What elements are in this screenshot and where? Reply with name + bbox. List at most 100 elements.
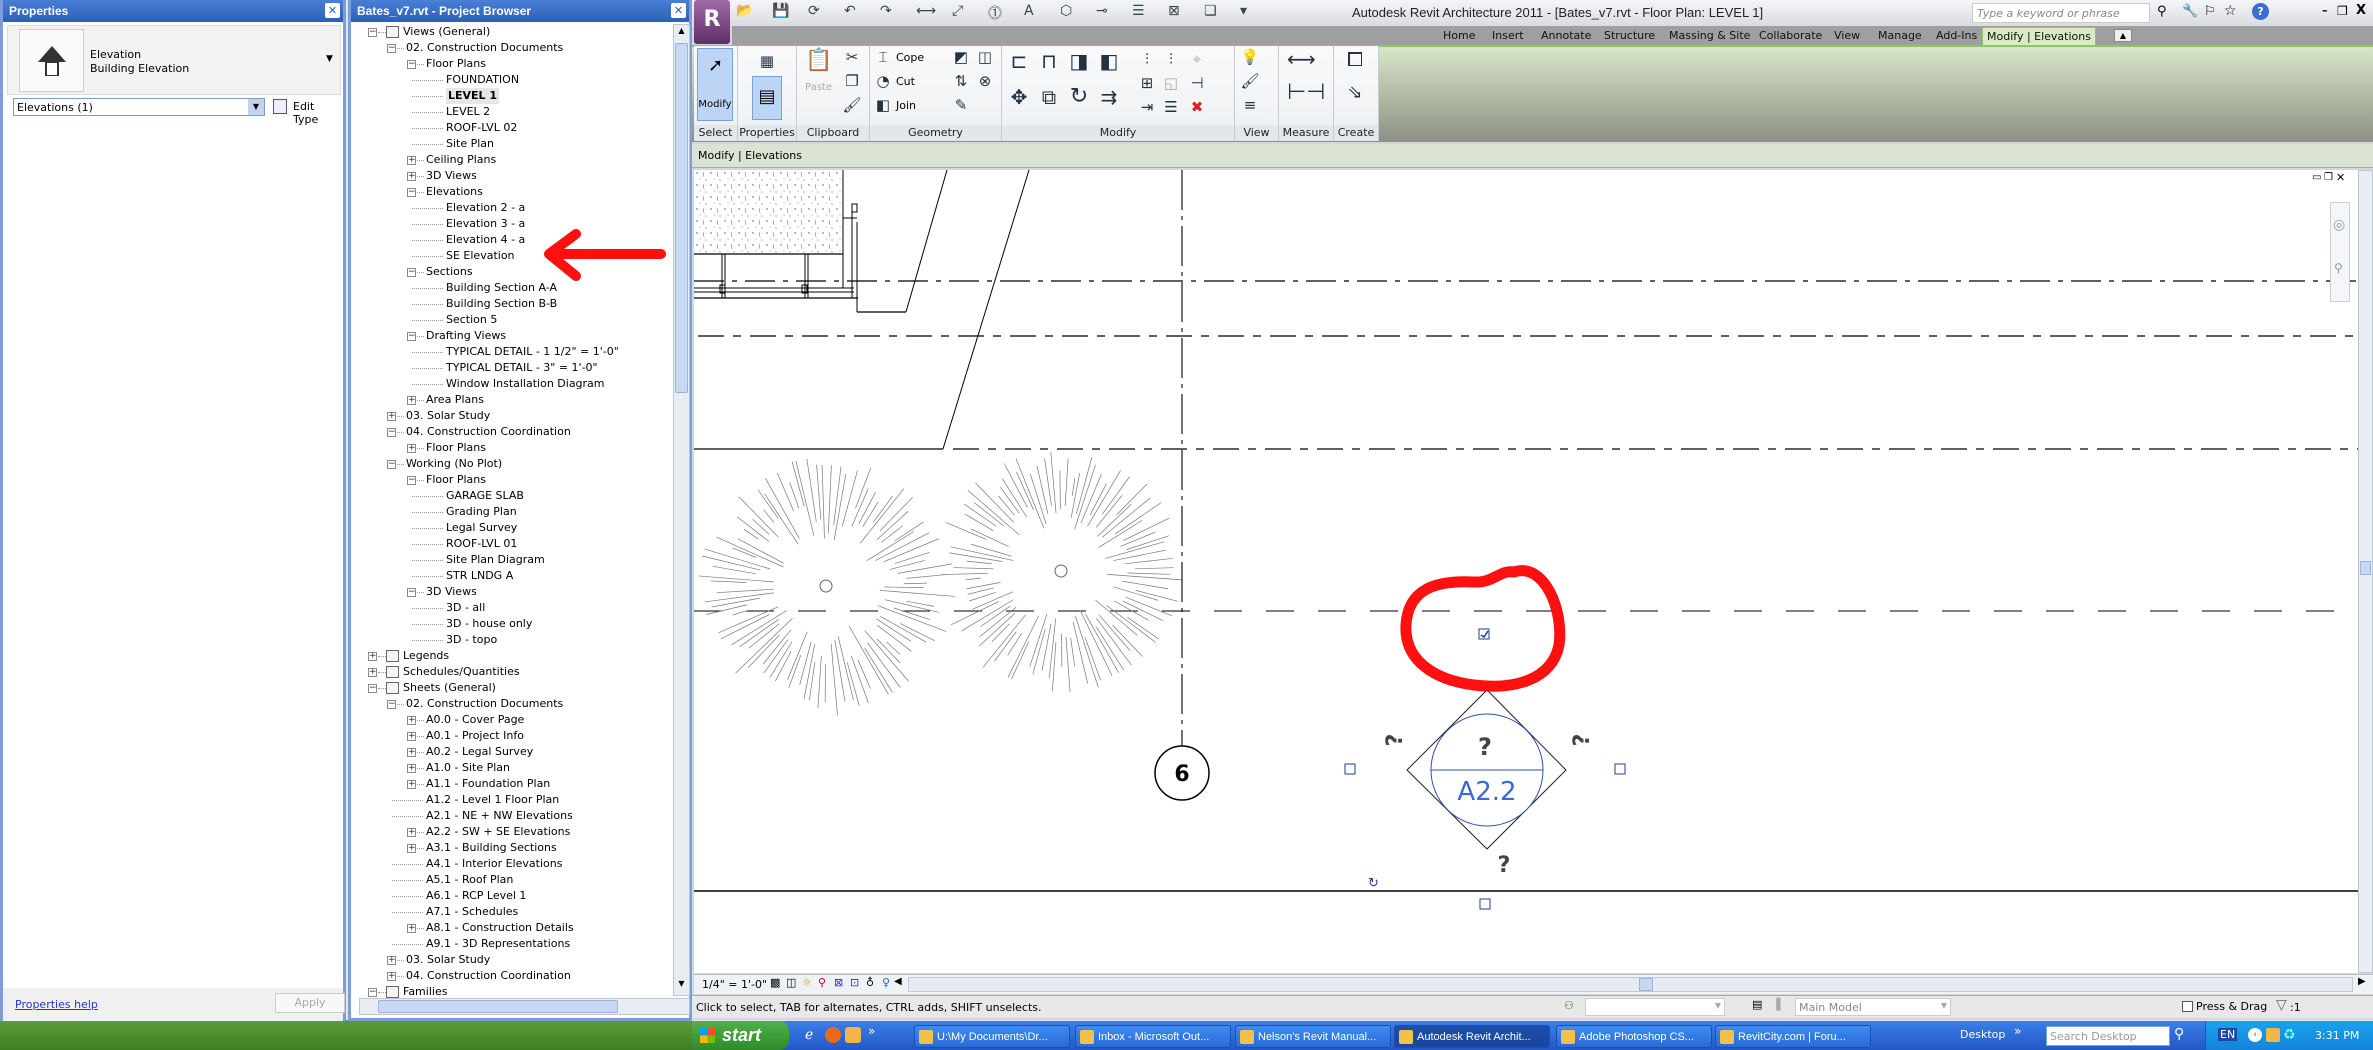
collapse-icon[interactable]: − bbox=[387, 44, 396, 53]
tray-expand-icon[interactable]: ‹ bbox=[2248, 1028, 2262, 1042]
collapse-icon[interactable]: − bbox=[407, 588, 416, 597]
tree-item[interactable]: − 02. Construction Documents bbox=[351, 40, 671, 56]
search-icon[interactable]: ⚲ bbox=[2174, 1026, 2184, 1042]
wall-direction-icon[interactable]: ⇅ bbox=[950, 70, 972, 92]
quick-launch-outlook-icon[interactable] bbox=[845, 1027, 861, 1043]
tree-item[interactable]: 3D - house only bbox=[351, 616, 671, 632]
tree-item[interactable]: − Drafting Views bbox=[351, 328, 671, 344]
start-button[interactable]: start bbox=[692, 1021, 789, 1050]
expand-icon[interactable]: + bbox=[387, 412, 396, 421]
crop-view-icon[interactable]: ⊠ bbox=[834, 976, 843, 989]
taskbar-item[interactable]: U:\My Documents\Dr... bbox=[914, 1025, 1070, 1048]
tree-item[interactable]: + A1.0 - Site Plan bbox=[351, 760, 671, 776]
array-icon[interactable]: ⊞ bbox=[1136, 72, 1158, 94]
create-similar-icon[interactable]: ⧠ bbox=[1344, 48, 1366, 70]
taskbar-item[interactable]: Inbox - Microsoft Out... bbox=[1075, 1025, 1231, 1048]
tab-collaborate[interactable]: Collaborate bbox=[1755, 27, 1826, 45]
chevron-down-icon[interactable]: ▼ bbox=[1715, 1001, 1721, 1010]
tree-item[interactable]: +03. Solar Study bbox=[351, 952, 671, 968]
expand-icon[interactable]: + bbox=[407, 396, 416, 405]
match-properties-icon[interactable]: 🖌 bbox=[841, 94, 863, 116]
align-icon[interactable]: ⊏ bbox=[1008, 50, 1030, 72]
collapse-icon[interactable]: − bbox=[387, 700, 396, 709]
chevron-down-icon[interactable]: ▼ bbox=[248, 99, 264, 115]
expand-icon[interactable]: + bbox=[387, 956, 396, 965]
tree-item[interactable]: + A8.1 - Construction Details bbox=[351, 920, 671, 936]
taskbar-item[interactable]: Adobe Photoshop CS... bbox=[1556, 1025, 1712, 1048]
zoom-icon[interactable]: ⚲ bbox=[2334, 261, 2343, 275]
tree-item[interactable]: STR LNDG A bbox=[351, 568, 671, 584]
tree-item[interactable]: + Area Plans bbox=[351, 392, 671, 408]
tree-item[interactable]: + A1.1 - Foundation Plan bbox=[351, 776, 671, 792]
tree-item[interactable]: − Sheets (General) bbox=[351, 680, 671, 696]
clock[interactable]: 3:31 PM bbox=[2315, 1029, 2359, 1042]
tree-item[interactable]: − Working (No Plot) bbox=[351, 456, 671, 472]
tree-item[interactable]: Section 5 bbox=[351, 312, 671, 328]
tab-manage[interactable]: Manage bbox=[1874, 27, 1926, 45]
tree-item[interactable]: − Floor Plans bbox=[351, 472, 671, 488]
customize-qat-icon[interactable]: ▾ bbox=[1240, 3, 1247, 19]
temporary-hide-icon[interactable]: ♁ bbox=[866, 976, 874, 989]
tree-item[interactable]: A6.1 - RCP Level 1 bbox=[351, 888, 671, 904]
tree-item[interactable]: 3D - all bbox=[351, 600, 671, 616]
tree-item[interactable]: − Views (General) bbox=[351, 24, 671, 40]
tree-item[interactable]: − 3D Views bbox=[351, 584, 671, 600]
quick-launch-ie-icon[interactable]: ℯ bbox=[805, 1027, 813, 1043]
reveal-hidden-icon[interactable]: ♀ bbox=[882, 976, 890, 989]
mirror-pick-axis-icon[interactable]: ◨ bbox=[1068, 50, 1090, 72]
steering-wheel-icon[interactable]: ◎ bbox=[2333, 217, 2345, 233]
expand-icon[interactable]: + bbox=[407, 172, 416, 181]
tree-item[interactable]: Window Installation Diagram bbox=[351, 376, 671, 392]
horizontal-scrollbar[interactable] bbox=[359, 998, 690, 1015]
scrollbar-thumb[interactable] bbox=[1639, 978, 1653, 991]
linework-icon[interactable]: ≡ bbox=[1239, 94, 1261, 116]
tab-massing-site[interactable]: Massing & Site bbox=[1665, 27, 1754, 45]
modify-button[interactable]: ➚ Modify bbox=[697, 48, 733, 121]
cut-geometry-icon[interactable]: ◔ bbox=[872, 70, 894, 92]
tree-item[interactable]: − 04. Construction Coordination bbox=[351, 424, 671, 440]
edit-type-button[interactable]: Edit Type bbox=[271, 96, 343, 126]
expand-icon[interactable]: + bbox=[387, 972, 396, 981]
language-indicator[interactable]: EN bbox=[2218, 1028, 2238, 1041]
tab-home[interactable]: Home bbox=[1439, 27, 1479, 45]
tab-annotate[interactable]: Annotate bbox=[1537, 27, 1595, 45]
mirror-draw-axis-icon[interactable]: ◧ bbox=[1098, 50, 1120, 72]
expand-icon[interactable]: + bbox=[407, 780, 416, 789]
subscription-key-icon[interactable]: 🔧 bbox=[2182, 4, 2198, 19]
taskbar-item[interactable]: RevitCity.com | Foru... bbox=[1715, 1025, 1871, 1048]
tree-item[interactable]: FOUNDATION bbox=[351, 72, 671, 88]
copy-icon[interactable]: ❐ bbox=[841, 70, 863, 92]
instance-filter-dropdown[interactable]: Elevations (1) ▼ bbox=[13, 98, 265, 116]
scrollbar-thumb[interactable] bbox=[378, 1000, 618, 1013]
split-with-gap-icon[interactable]: ⫶ bbox=[1160, 48, 1182, 70]
tree-item[interactable]: Building Section B-B bbox=[351, 296, 671, 312]
floor-plan-canvas[interactable]: 6 ? A2.2 ? ? ? ↻ bbox=[694, 170, 2359, 973]
desktop-search-input[interactable]: Search Desktop bbox=[2046, 1026, 2170, 1046]
trim-multiple-icon[interactable]: ☰ bbox=[1160, 96, 1182, 118]
expand-icon[interactable]: + bbox=[407, 748, 416, 757]
scroll-down-icon[interactable]: ▼ bbox=[675, 979, 688, 994]
undo-icon[interactable]: ↶ bbox=[844, 3, 856, 19]
workset-dropdown[interactable]: ▼ bbox=[1585, 998, 1725, 1016]
open-icon[interactable]: 📂 bbox=[736, 3, 753, 19]
detail-level-icon[interactable]: ▩ bbox=[770, 976, 780, 989]
collapse-icon[interactable]: − bbox=[368, 684, 377, 693]
chevron-down-icon[interactable]: ▼ bbox=[1941, 1001, 1947, 1010]
tree-item[interactable]: TYPICAL DETAIL - 3" = 1'-0" bbox=[351, 360, 671, 376]
dimension-icon[interactable]: ⊢⊣ bbox=[1287, 82, 1325, 104]
tree-item[interactable]: + A0.0 - Cover Page bbox=[351, 712, 671, 728]
type-selector[interactable]: Elevation Building Elevation ▼ bbox=[7, 25, 341, 95]
type-properties-icon[interactable]: ▦ bbox=[756, 50, 778, 72]
tree-item[interactable]: Site Plan Diagram bbox=[351, 552, 671, 568]
tree-item[interactable]: ROOF-LVL 02 bbox=[351, 120, 671, 136]
aligned-dimension-icon[interactable]: ⤢ bbox=[952, 3, 963, 19]
minimize-icon[interactable]: – bbox=[2322, 4, 2328, 17]
copy-element-icon[interactable]: ⧉ bbox=[1038, 86, 1060, 108]
tab-view[interactable]: View bbox=[1830, 27, 1864, 45]
tree-item[interactable]: GARAGE SLAB bbox=[351, 488, 671, 504]
tree-item[interactable]: Site Plan bbox=[351, 136, 671, 152]
override-graphics-icon[interactable]: 🖌 bbox=[1239, 70, 1261, 92]
tree-item[interactable]: LEVEL 2 bbox=[351, 104, 671, 120]
cope-button[interactable]: Cope bbox=[896, 51, 924, 64]
default-3d-icon[interactable]: ⬡ bbox=[1060, 3, 1072, 19]
